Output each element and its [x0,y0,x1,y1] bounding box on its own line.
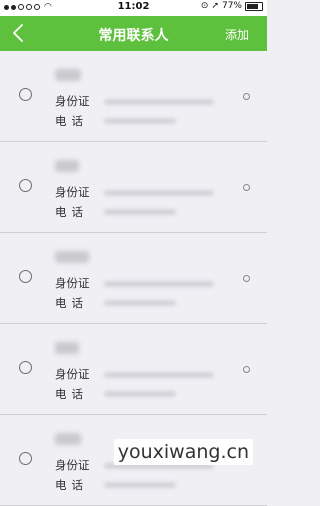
radio-icon[interactable] [19,452,32,465]
navigation-bar: 常用联系人 添加 [0,16,267,51]
contact-name-blurred [55,160,79,172]
contact-row[interactable]: 身份证 电话 [0,233,267,324]
radio-icon[interactable] [19,179,32,192]
phone-value-blurred [104,391,176,397]
phone-value-blurred [104,482,176,488]
contact-row[interactable]: 身份证 电话 [0,324,267,415]
id-value-blurred [104,281,214,287]
radio-icon[interactable] [19,88,32,101]
lock-rotation-icon: ⊙ [200,1,209,11]
contact-name-blurred [55,342,79,354]
phone-value-blurred [104,209,176,215]
watermark: youxiwang.cn [113,439,253,465]
location-icon: ➚ [211,1,219,11]
id-value-blurred [104,372,214,378]
phone-value-blurred [104,300,176,306]
circle-dot-icon[interactable] [243,366,250,373]
contact-row[interactable]: 身份证 电话 [0,142,267,233]
circle-dot-icon[interactable] [243,93,250,100]
contact-row[interactable]: 身份证 电话 [0,51,267,142]
circle-dot-icon[interactable] [243,184,250,191]
phone-label: 电话 [55,296,88,310]
circle-dot-icon[interactable] [243,275,250,282]
id-card-label: 身份证 [55,276,90,290]
contact-name-blurred [55,433,81,445]
phone-label: 电话 [55,478,88,492]
battery-percent: 77% [221,1,242,11]
radio-icon[interactable] [19,270,32,283]
id-value-blurred [104,99,214,105]
contact-name-blurred [55,251,89,263]
phone-value-blurred [104,118,176,124]
id-card-label: 身份证 [55,367,90,381]
contact-name-blurred [55,69,81,81]
id-value-blurred [104,190,214,196]
add-contact-button[interactable]: 添加 [225,26,249,43]
radio-icon[interactable] [19,361,32,374]
id-card-label: 身份证 [55,185,90,199]
phone-label: 电话 [55,205,88,219]
id-card-label: 身份证 [55,94,90,108]
id-card-label: 身份证 [55,458,90,472]
contact-list: 身份证 电话 身份证 电话 身份证 电话 身份证 电话 身份证 电话 [0,51,267,506]
status-right: ⊙ ➚ 77% [201,1,263,11]
battery-icon [245,1,263,11]
phone-label: 电话 [55,387,88,401]
status-bar: ◠ 11:02 ⊙ ➚ 77% [0,0,267,16]
phone-label: 电话 [55,114,88,128]
